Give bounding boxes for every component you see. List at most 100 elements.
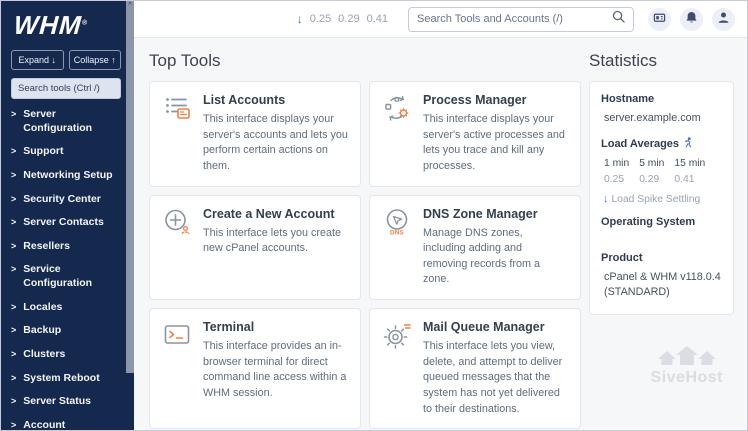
load-1min: 0.25	[310, 13, 331, 25]
sidebar-item-label: Networking Setup	[23, 169, 112, 183]
keyboard-shortcuts-button[interactable]	[648, 8, 671, 31]
tool-card-description: This interface displays your server's ac…	[203, 112, 348, 175]
collapse-button[interactable]: Collapse ↑	[69, 50, 122, 70]
list-accounts-icon	[162, 93, 192, 175]
sidebar-item-resellers[interactable]: > Resellers	[1, 235, 126, 259]
chevron-right-icon: >	[11, 109, 16, 121]
product-value: cPanel & WHM v118.0.4 (STANDARD)	[601, 270, 723, 300]
operating-system-label: Operating System	[601, 216, 723, 228]
sidebar-item-locales[interactable]: >Locales	[1, 296, 126, 320]
chevron-right-icon: >	[11, 194, 16, 206]
keyboard-icon	[653, 11, 666, 27]
load-spike-status: ↓ Load Spike Settling	[601, 193, 723, 205]
statistics-title: Statistics	[589, 51, 734, 71]
chevron-right-icon: >	[11, 302, 16, 314]
whm-logo: WHM®	[1, 1, 128, 45]
load-averages-label: Load Averages	[601, 138, 679, 150]
arrow-up-icon: ↑	[111, 55, 116, 65]
spike-arrow-down-icon: ↓	[603, 193, 609, 205]
sidebar-scrollbar[interactable]: ^	[126, 1, 134, 373]
card-list-accounts[interactable]: List Accounts This interface displays yo…	[149, 81, 361, 187]
tool-card-description: This interface lets you view, delete, an…	[423, 339, 568, 417]
search-icon	[612, 10, 625, 28]
sidebar-item-networking-setup[interactable]: >Networking Setup	[1, 164, 126, 188]
card-process-manager[interactable]: Process Manager This interface displays …	[369, 81, 581, 187]
sidebar-search-input[interactable]	[11, 78, 121, 99]
sidebar-nav: >Server Configuration >Support >Networki…	[1, 103, 126, 430]
header-search-input[interactable]	[417, 13, 612, 25]
operating-system-value	[601, 228, 723, 241]
sidebar-item-server-status[interactable]: > Server Status	[1, 390, 126, 414]
terminal-icon	[162, 320, 192, 417]
load-averages-table: 1 min 5 min 15 min 0.25 0.29 0.41	[601, 158, 705, 185]
chevron-right-icon: >	[11, 146, 16, 158]
chevron-right-icon: >	[11, 396, 16, 408]
sidebar-item-service-configuration[interactable]: >Service Configuration	[1, 258, 126, 295]
expand-button[interactable]: Expand ↓	[11, 50, 64, 70]
sidebar-item-account-information[interactable]: >Account Information	[1, 414, 126, 430]
chevron-right-icon: >	[11, 217, 16, 229]
tool-card-description: This interface lets you create new cPane…	[203, 226, 348, 257]
mail-queue-icon	[382, 320, 412, 417]
card-mail-queue-manager[interactable]: Mail Queue Manager This interface lets y…	[369, 308, 581, 429]
create-account-icon	[162, 207, 192, 289]
sidebar-item-server-contacts[interactable]: > Server Contacts	[1, 211, 126, 235]
sidebar-item-label: Server Contacts	[23, 216, 104, 230]
tool-card-title[interactable]: Terminal	[203, 320, 348, 334]
notifications-button[interactable]	[680, 8, 703, 31]
whm-window: WHM® Expand ↓ Collapse ↑ >Server Configu…	[0, 0, 748, 431]
tool-card-description: This interface provides an in-browser te…	[203, 339, 348, 402]
sidebar-item-label: Security Center	[23, 193, 101, 207]
tool-card-title[interactable]: List Accounts	[203, 93, 348, 107]
chevron-right-icon: >	[11, 325, 16, 337]
tool-card-title[interactable]: DNS Zone Manager	[423, 207, 568, 221]
tool-card-description: This interface displays your server's ac…	[423, 112, 568, 175]
sidebar: WHM® Expand ↓ Collapse ↑ >Server Configu…	[1, 1, 134, 430]
svg-text:DNS: DNS	[390, 229, 404, 236]
load-15min: 0.41	[367, 13, 388, 25]
top-tools-title: Top Tools	[149, 51, 581, 71]
chevron-right-icon: >	[11, 373, 16, 385]
user-icon	[717, 11, 730, 27]
scroll-up-icon[interactable]: ^	[128, 2, 131, 9]
sidebar-item-label: System Reboot	[23, 372, 99, 386]
chevron-right-icon: >	[11, 420, 16, 430]
spike-label: Load Spike Settling	[612, 194, 701, 205]
process-manager-icon	[382, 93, 412, 175]
sidebar-item-label: Resellers	[23, 240, 70, 254]
load-col-1min: 1 min	[604, 158, 629, 169]
hostname-label: Hostname	[601, 93, 723, 105]
sidebar-item-label: Service Configuration	[23, 263, 122, 290]
tool-card-title[interactable]: Mail Queue Manager	[423, 320, 568, 334]
sidebar-item-security-center[interactable]: > Security Center	[1, 188, 126, 212]
card-create-new-account[interactable]: Create a New Account This interface lets…	[149, 195, 361, 301]
card-terminal[interactable]: Terminal This interface provides an in-b…	[149, 308, 361, 429]
sidebar-item-server-configuration[interactable]: >Server Configuration	[1, 103, 126, 140]
arrow-down-icon: ↓	[52, 55, 57, 65]
bell-icon	[685, 11, 698, 27]
top-bar: ↓ 0.25 0.29 0.41	[134, 1, 747, 38]
profile-button[interactable]	[712, 8, 735, 31]
tool-card-title[interactable]: Process Manager	[423, 93, 568, 107]
product-label: Product	[601, 252, 723, 264]
statistics-panel: Hostname server.example.com Load Average…	[589, 81, 734, 315]
sidebar-item-backup[interactable]: >Backup	[1, 319, 126, 343]
chevron-right-icon: >	[11, 241, 16, 253]
load-5min: 0.29	[338, 13, 359, 25]
sidebar-item-system-reboot[interactable]: > System Reboot	[1, 367, 126, 391]
card-dns-zone-manager[interactable]: DNS DNS Zone Manager Manage DNS zones, i…	[369, 195, 581, 301]
sidebar-item-label: Server Status	[23, 395, 91, 409]
load-val-1min: 0.25	[604, 174, 629, 185]
load-val-5min: 0.29	[639, 174, 664, 185]
load-arrow-down-icon: ↓	[297, 12, 303, 26]
sidebar-item-support[interactable]: >Support	[1, 140, 126, 164]
header-load-averages: ↓ 0.25 0.29 0.41	[297, 12, 388, 26]
dns-zone-icon: DNS	[382, 207, 412, 289]
sidebar-item-clusters[interactable]: >Clusters	[1, 343, 126, 367]
tool-card-description: Manage DNS zones, including adding and r…	[423, 226, 568, 289]
hostname-value: server.example.com	[601, 111, 723, 126]
load-val-15min: 0.41	[674, 174, 705, 185]
load-col-15min: 15 min	[674, 158, 705, 169]
tool-card-title[interactable]: Create a New Account	[203, 207, 348, 221]
header-search[interactable]	[408, 7, 634, 32]
